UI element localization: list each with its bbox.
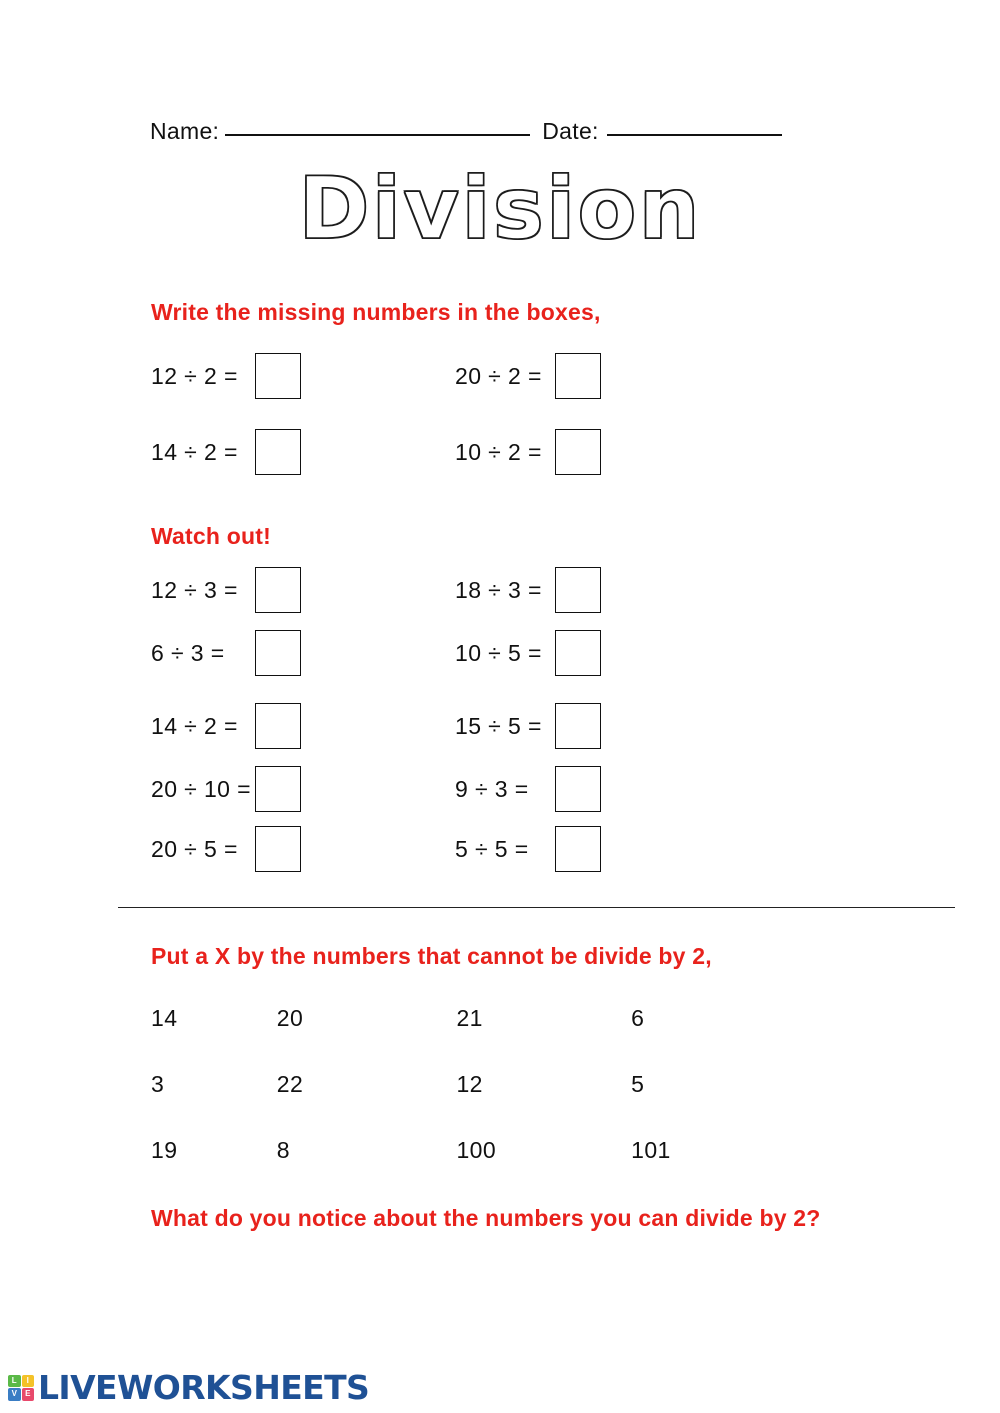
number-row: 14 20 21 6	[151, 1005, 711, 1071]
problem-row: 20 ÷ 2 =	[455, 353, 601, 399]
number-item[interactable]: 3	[151, 1071, 277, 1098]
problem-row: 14 ÷ 2 =	[151, 703, 301, 749]
tile-v: V	[8, 1388, 21, 1401]
problem-row: 18 ÷ 3 =	[455, 567, 601, 613]
problem-expression: 10 ÷ 5 =	[455, 639, 542, 666]
tile-i: I	[21, 1374, 34, 1387]
problem-expression: 9 ÷ 3 =	[455, 775, 529, 802]
answer-box[interactable]	[255, 630, 301, 676]
problem-row: 6 ÷ 3 =	[151, 630, 301, 676]
problem-expression: 15 ÷ 5 =	[455, 712, 542, 739]
page-title: Division	[298, 159, 702, 259]
tile-e: E	[21, 1388, 34, 1401]
instruction-section-3: Put a X by the numbers that cannot be di…	[151, 943, 712, 969]
problem-expression: 10 ÷ 2 =	[455, 438, 542, 465]
answer-box[interactable]	[555, 766, 601, 812]
problem-expression: 12 ÷ 2 =	[151, 362, 238, 389]
number-item[interactable]: 6	[631, 1005, 711, 1032]
number-item[interactable]: 21	[456, 1005, 631, 1032]
number-item[interactable]: 100	[456, 1137, 631, 1164]
number-item[interactable]: 8	[277, 1137, 457, 1164]
number-item[interactable]: 14	[151, 1005, 277, 1032]
problem-row: 20 ÷ 5 =	[151, 826, 301, 872]
number-grid: 14 20 21 6 3 22 12 5 19 8 100 101	[151, 1005, 711, 1203]
problem-expression: 14 ÷ 2 =	[151, 712, 238, 739]
section-divider	[118, 907, 955, 908]
answer-box[interactable]	[555, 429, 601, 475]
number-item[interactable]: 22	[277, 1071, 457, 1098]
problem-expression: 20 ÷ 5 =	[151, 835, 238, 862]
answer-box[interactable]	[255, 826, 301, 872]
worksheet-header: Name: Date:	[150, 118, 850, 145]
problem-row: 9 ÷ 3 =	[455, 766, 601, 812]
answer-box[interactable]	[255, 703, 301, 749]
answer-box[interactable]	[255, 567, 301, 613]
problem-row: 12 ÷ 3 =	[151, 567, 301, 613]
problem-expression: 12 ÷ 3 =	[151, 576, 238, 603]
number-item[interactable]: 19	[151, 1137, 277, 1164]
closing-question: What do you notice about the numbers you…	[151, 1205, 821, 1231]
answer-box[interactable]	[555, 826, 601, 872]
answer-box[interactable]	[255, 353, 301, 399]
problem-expression: 20 ÷ 2 =	[455, 362, 542, 389]
problem-row: 10 ÷ 5 =	[455, 630, 601, 676]
name-input-line[interactable]	[225, 134, 531, 136]
number-item[interactable]: 101	[631, 1137, 711, 1164]
number-item[interactable]: 20	[277, 1005, 457, 1032]
problem-expression: 18 ÷ 3 =	[455, 576, 542, 603]
answer-box[interactable]	[555, 353, 601, 399]
instruction-section-2: Watch out!	[151, 523, 271, 549]
answer-box[interactable]	[555, 567, 601, 613]
live-tiles-icon: L I V E	[8, 1374, 34, 1401]
answer-box[interactable]	[555, 630, 601, 676]
number-row: 19 8 100 101	[151, 1137, 711, 1203]
name-label: Name:	[150, 118, 220, 144]
problem-row: 15 ÷ 5 =	[455, 703, 601, 749]
date-label: Date:	[542, 118, 599, 144]
problem-row: 20 ÷ 10 =	[151, 766, 301, 812]
brand-name: LIVEWORKSHEETS	[38, 1368, 370, 1407]
answer-box[interactable]	[255, 429, 301, 475]
problem-row: 12 ÷ 2 =	[151, 353, 301, 399]
problem-expression: 20 ÷ 10 =	[151, 775, 251, 802]
number-item[interactable]: 12	[456, 1071, 631, 1098]
number-row: 3 22 12 5	[151, 1071, 711, 1137]
problem-row: 10 ÷ 2 =	[455, 429, 601, 475]
liveworksheets-logo: L I V E LIVEWORKSHEETS	[8, 1368, 370, 1407]
problem-row: 5 ÷ 5 =	[455, 826, 601, 872]
problem-expression: 5 ÷ 5 =	[455, 835, 529, 862]
answer-box[interactable]	[555, 703, 601, 749]
problem-row: 14 ÷ 2 =	[151, 429, 301, 475]
date-input-line[interactable]	[606, 134, 782, 136]
problem-expression: 6 ÷ 3 =	[151, 639, 225, 666]
number-item[interactable]: 5	[631, 1071, 711, 1098]
instruction-section-1: Write the missing numbers in the boxes,	[151, 299, 601, 325]
answer-box[interactable]	[255, 766, 301, 812]
problem-expression: 14 ÷ 2 =	[151, 438, 238, 465]
tile-l: L	[8, 1374, 21, 1387]
